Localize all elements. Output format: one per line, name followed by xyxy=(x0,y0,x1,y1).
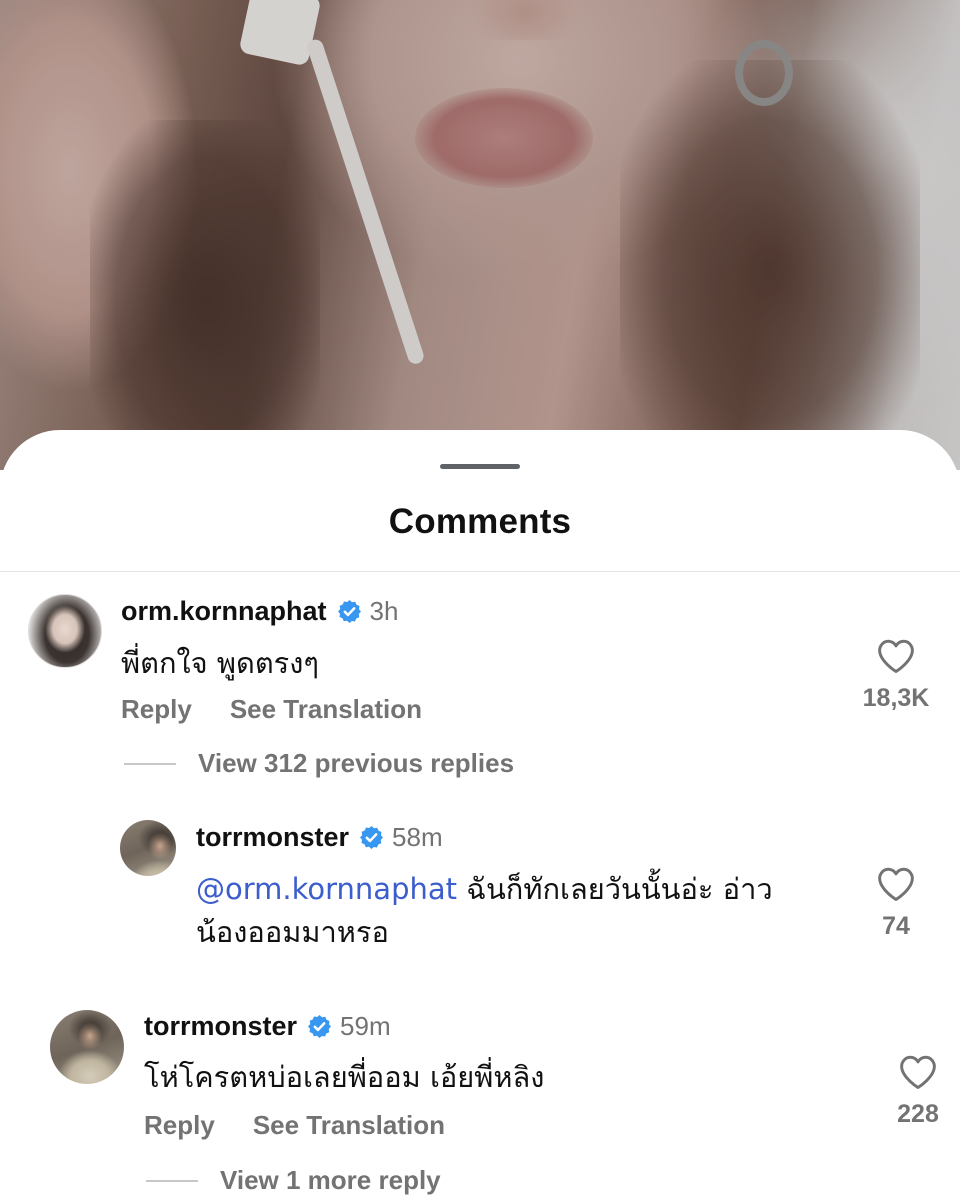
avatar[interactable] xyxy=(50,1010,124,1084)
avatar[interactable] xyxy=(120,820,176,876)
see-translation-button[interactable]: See Translation xyxy=(253,1110,445,1141)
comment-header: torrmonster 59m xyxy=(144,1011,391,1042)
sheet-title: Comments xyxy=(388,502,572,541)
like-control[interactable]: 228 xyxy=(878,1054,958,1129)
like-count: 18,3K xyxy=(862,684,930,712)
heart-icon[interactable] xyxy=(898,1054,938,1090)
verified-badge-icon xyxy=(307,1014,332,1039)
reply-button[interactable]: Reply xyxy=(121,694,192,725)
comment-actions: Reply See Translation xyxy=(144,1110,483,1141)
comments-sheet: Comments orm.kornnaphat 3h พี่ตกใจ พูดตร… xyxy=(0,430,960,1200)
photo-dim-overlay xyxy=(0,0,960,470)
comment-text: พี่ตกใจ พูดตรงๆ xyxy=(121,646,319,680)
comment-text-line1: ฉันก็ทักเลยวันนั้นอ่ะ อ่าว xyxy=(457,872,773,906)
reply-button[interactable]: Reply xyxy=(144,1110,215,1141)
username[interactable]: torrmonster xyxy=(144,1011,297,1042)
comment-header: orm.kornnaphat 3h xyxy=(121,596,398,627)
replies-line xyxy=(124,762,176,765)
comment-time: 3h xyxy=(369,596,399,626)
avatar[interactable] xyxy=(28,594,102,668)
replies-line xyxy=(146,1179,198,1182)
comment-time: 59m xyxy=(340,1011,391,1041)
username[interactable]: orm.kornnaphat xyxy=(121,596,327,627)
heart-icon[interactable] xyxy=(876,866,916,902)
view-replies-button[interactable]: View 1 more reply xyxy=(146,1165,441,1196)
post-photo xyxy=(0,0,960,470)
heart-icon[interactable] xyxy=(876,638,916,674)
see-translation-button[interactable]: See Translation xyxy=(230,694,422,725)
comment-text: โห่โครตหบ่อเลยพี่ออม เอ้ยพี่หลิง xyxy=(144,1060,545,1094)
comment-text-line2: น้องออมมาหรอ xyxy=(196,915,389,949)
comment-actions: Reply See Translation xyxy=(121,694,460,725)
like-count: 228 xyxy=(897,1100,939,1128)
sheet-divider xyxy=(0,571,960,572)
like-control[interactable]: 18,3K xyxy=(856,638,936,713)
comment-text: @orm.kornnaphat ฉันก็ทักเลยวันนั้นอ่ะ อ่… xyxy=(196,868,816,911)
view-replies-label[interactable]: View 312 previous replies xyxy=(198,748,514,779)
verified-badge-icon xyxy=(359,825,384,850)
view-replies-button[interactable]: View 312 previous replies xyxy=(124,748,514,779)
verified-badge-icon xyxy=(337,599,362,624)
sheet-grabber[interactable] xyxy=(440,464,520,469)
comment-header: torrmonster 58m xyxy=(196,822,443,853)
mention-link[interactable]: @orm.kornnaphat xyxy=(196,872,457,906)
like-control[interactable]: 74 xyxy=(856,866,936,941)
username[interactable]: torrmonster xyxy=(196,822,349,853)
comment-time: 58m xyxy=(392,822,443,852)
view-replies-label[interactable]: View 1 more reply xyxy=(220,1165,441,1196)
like-count: 74 xyxy=(882,912,910,940)
